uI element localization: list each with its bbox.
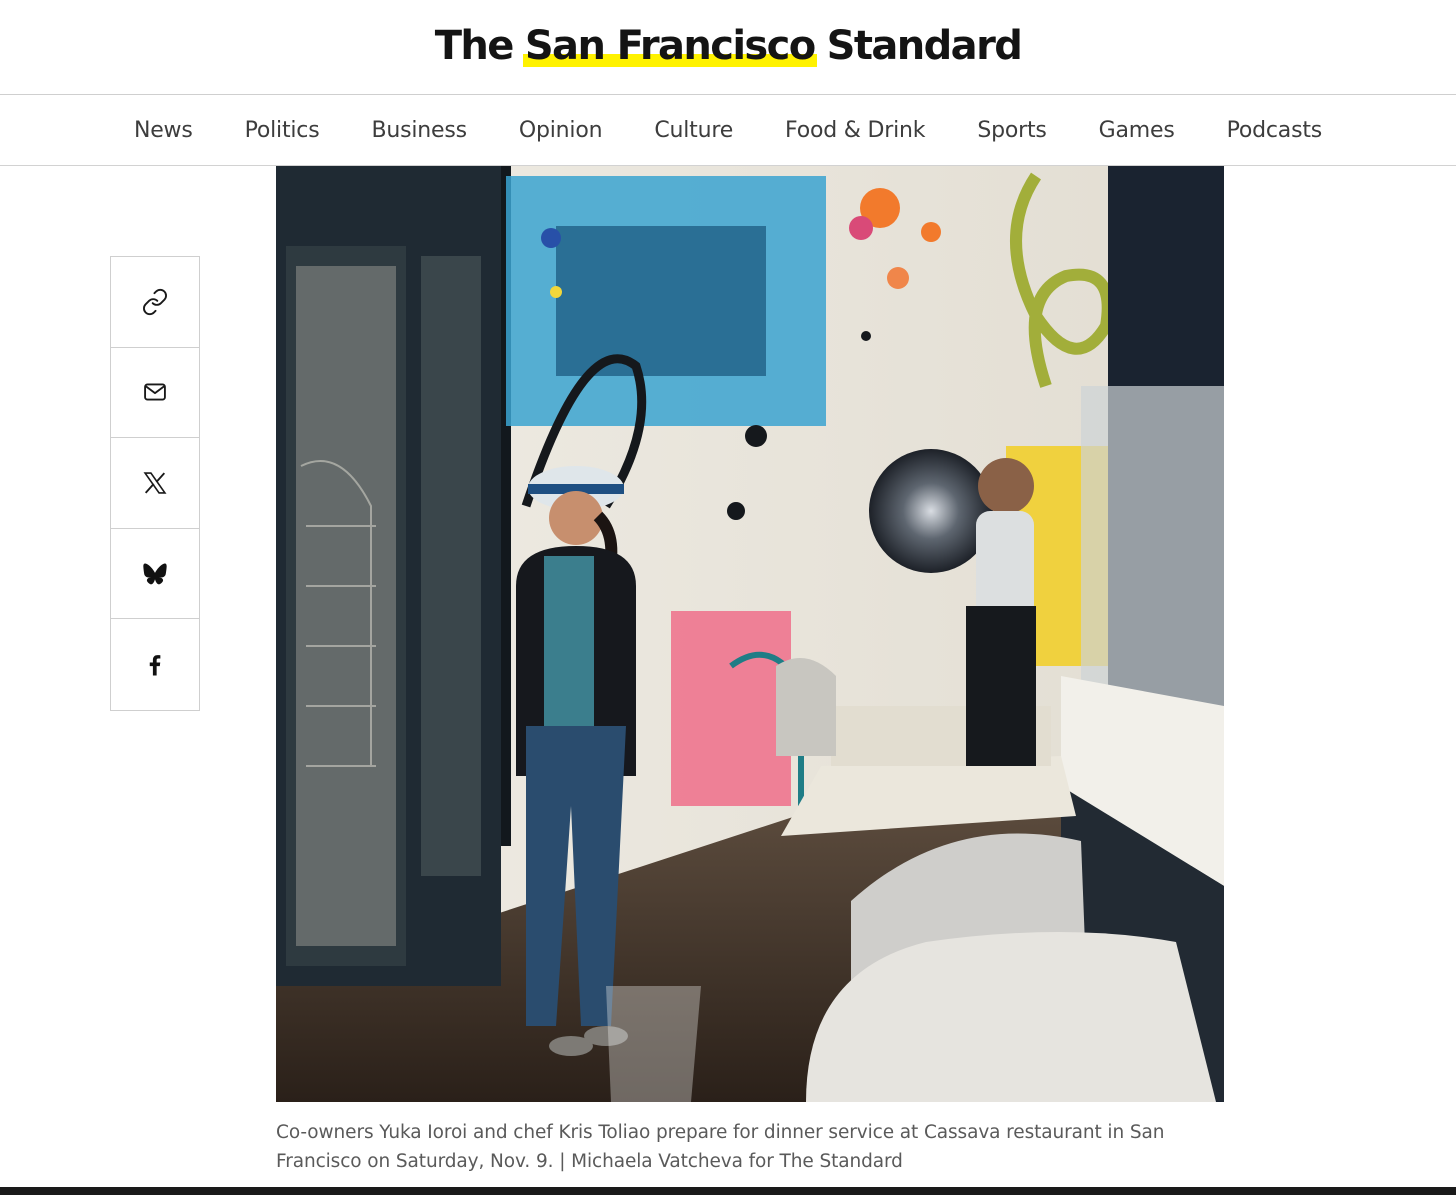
nav-item-food-drink[interactable]: Food & Drink xyxy=(759,118,951,143)
link-icon xyxy=(143,288,167,315)
nav-item-business[interactable]: Business xyxy=(345,118,492,143)
x-share-button[interactable] xyxy=(111,438,199,529)
logo-the: The xyxy=(434,23,515,69)
logo-standard: Standard xyxy=(826,23,1023,69)
facebook-icon xyxy=(149,654,161,676)
nav-item-politics[interactable]: Politics xyxy=(219,118,346,143)
photo-caption: Co-owners Yuka Ioroi and chef Kris Tolia… xyxy=(276,1122,1165,1172)
nav-item-sports[interactable]: Sports xyxy=(951,118,1072,143)
email-share-button[interactable] xyxy=(111,348,199,439)
x-icon xyxy=(143,472,167,494)
article-photo xyxy=(276,166,1224,1102)
main-nav: News Politics Business Opinion Culture F… xyxy=(0,95,1456,166)
logo-san-francisco: San Francisco xyxy=(522,23,817,69)
nav-item-games[interactable]: Games xyxy=(1073,118,1201,143)
bluesky-icon xyxy=(143,563,167,584)
restaurant-photo xyxy=(276,166,1224,1102)
facebook-share-button[interactable] xyxy=(111,619,199,710)
mail-icon xyxy=(144,383,166,401)
nav-item-opinion[interactable]: Opinion xyxy=(493,118,628,143)
copy-link-button[interactable] xyxy=(111,257,199,348)
nav-item-culture[interactable]: Culture xyxy=(628,118,759,143)
nav-item-news[interactable]: News xyxy=(108,118,219,143)
site-logo[interactable]: The San Francisco Standard xyxy=(434,23,1023,69)
footer-bar xyxy=(0,1187,1456,1195)
share-rail xyxy=(110,256,200,711)
masthead: The San Francisco Standard xyxy=(0,0,1456,95)
nav-item-podcasts[interactable]: Podcasts xyxy=(1201,118,1348,143)
bluesky-share-button[interactable] xyxy=(111,529,199,620)
